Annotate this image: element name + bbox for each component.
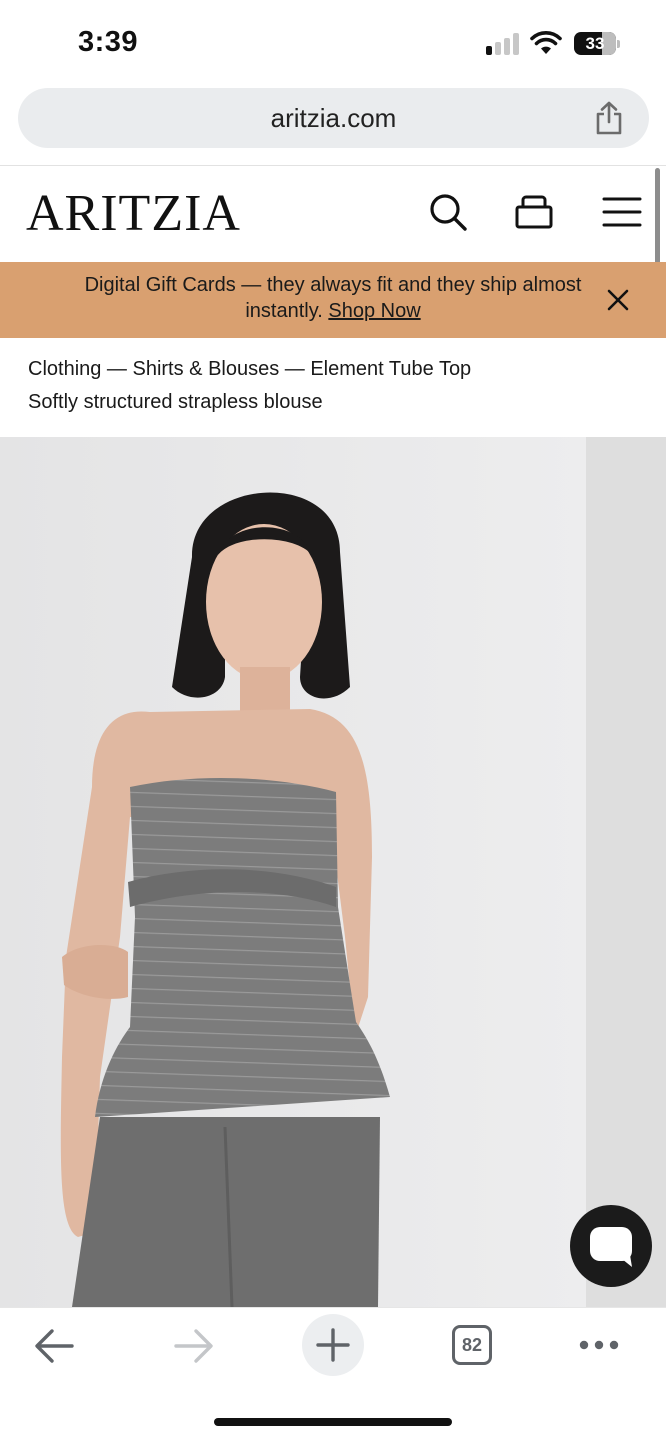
next-product-image[interactable] [586,437,666,1307]
cellular-signal-icon [486,33,522,55]
search-icon[interactable] [428,192,468,232]
address-bar[interactable]: aritzia.com [18,88,649,148]
chat-button[interactable] [570,1205,652,1287]
tab-switcher-button[interactable]: 82 [452,1325,492,1365]
new-tab-button[interactable] [302,1314,364,1376]
battery-level: 33 [585,34,605,53]
browser-toolbar: 82 [0,1307,666,1440]
status-bar: 3:39 33 [0,0,666,88]
battery-icon: 33 [574,32,620,55]
wifi-icon [530,31,562,54]
plus-icon [316,1328,350,1362]
home-indicator [214,1418,452,1426]
model-photo [0,437,586,1307]
promo-text: Digital Gift Cards — they always fit and… [60,272,606,324]
back-icon[interactable] [32,1326,76,1366]
more-icon[interactable] [578,1338,620,1352]
breadcrumb[interactable]: Clothing — Shirts & Blouses — Element Tu… [28,358,471,381]
product-image[interactable] [0,437,586,1307]
status-time: 3:39 [78,26,139,58]
aritzia-logo[interactable]: ARITZIA [26,184,241,243]
close-icon[interactable] [604,286,632,314]
bag-icon[interactable] [514,192,554,232]
share-icon[interactable] [593,100,625,136]
chat-icon [590,1227,632,1267]
menu-icon[interactable] [602,192,642,232]
site-header: ARITZIA [0,166,666,262]
forward-icon[interactable] [172,1326,216,1366]
product-description: Softly structured strapless blouse [28,391,323,413]
promo-banner: Digital Gift Cards — they always fit and… [0,262,666,338]
url-text[interactable]: aritzia.com [18,88,649,148]
shop-now-link[interactable]: Shop Now [328,300,420,322]
